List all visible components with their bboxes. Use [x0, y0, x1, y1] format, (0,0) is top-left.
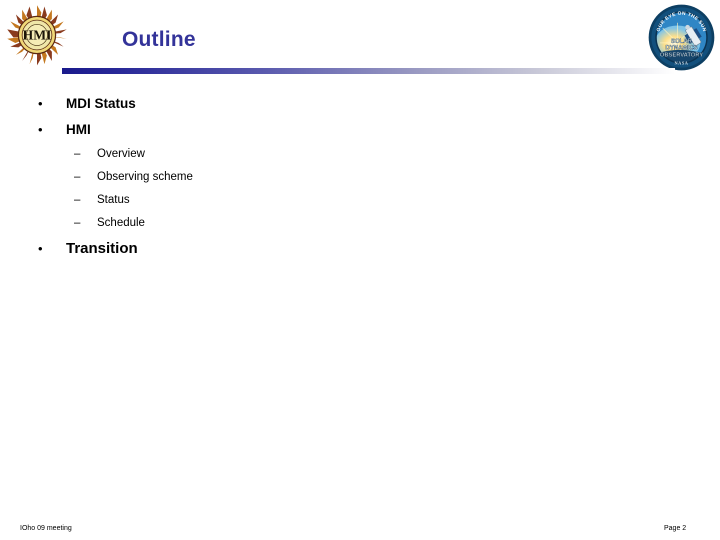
list-item: • Transition [0, 240, 720, 266]
list-item-label: Overview [97, 148, 145, 160]
dash-marker: – [74, 217, 81, 229]
footer-page-number: Page 2 [664, 525, 687, 532]
list-item-label: Observing scheme [97, 171, 193, 183]
bullet-marker: • [38, 241, 43, 256]
list-item-label: Transition [66, 240, 138, 257]
list-item-label: HMI [66, 122, 91, 137]
hmi-logo-graphic: HMI [7, 5, 67, 66]
dash-marker: – [74, 171, 81, 183]
sdo-agency-text: NASA [675, 60, 689, 65]
dash-marker: – [74, 148, 81, 160]
svg-text:DYNAMICS: DYNAMICS [665, 46, 697, 52]
sdo-logo: OUR EYE ON THE SUN SOLAR DYNAMICS OBSERV… [648, 4, 715, 71]
list-item: – Schedule [0, 217, 720, 240]
title-divider [62, 68, 675, 74]
page-title: Outline [122, 28, 196, 51]
list-item: • MDI Status [0, 96, 720, 122]
hmi-logo-text: HMI [23, 27, 52, 42]
list-item-label: Schedule [97, 217, 145, 229]
slide: HMI OUR EYE ON THE SUN SOLAR DYNAMICS OB… [0, 0, 720, 540]
svg-text:SOLAR: SOLAR [671, 39, 693, 45]
list-item: • HMI [0, 122, 720, 148]
footer-meeting-label: IOho 09 meeting [20, 525, 72, 532]
dash-marker: – [74, 194, 81, 206]
hmi-logo: HMI [6, 4, 68, 66]
list-item-label: Status [97, 194, 130, 206]
list-item: – Status [0, 194, 720, 217]
list-item-label: MDI Status [66, 96, 136, 111]
svg-text:OBSERVATORY: OBSERVATORY [660, 52, 703, 58]
list-item: – Observing scheme [0, 171, 720, 194]
sdo-logo-graphic: OUR EYE ON THE SUN SOLAR DYNAMICS OBSERV… [648, 4, 715, 71]
bullet-marker: • [38, 96, 43, 111]
list-item: – Overview [0, 148, 720, 171]
outline-list: • MDI Status • HMI – Overview – Observin… [0, 96, 720, 266]
bullet-marker: • [38, 122, 43, 137]
